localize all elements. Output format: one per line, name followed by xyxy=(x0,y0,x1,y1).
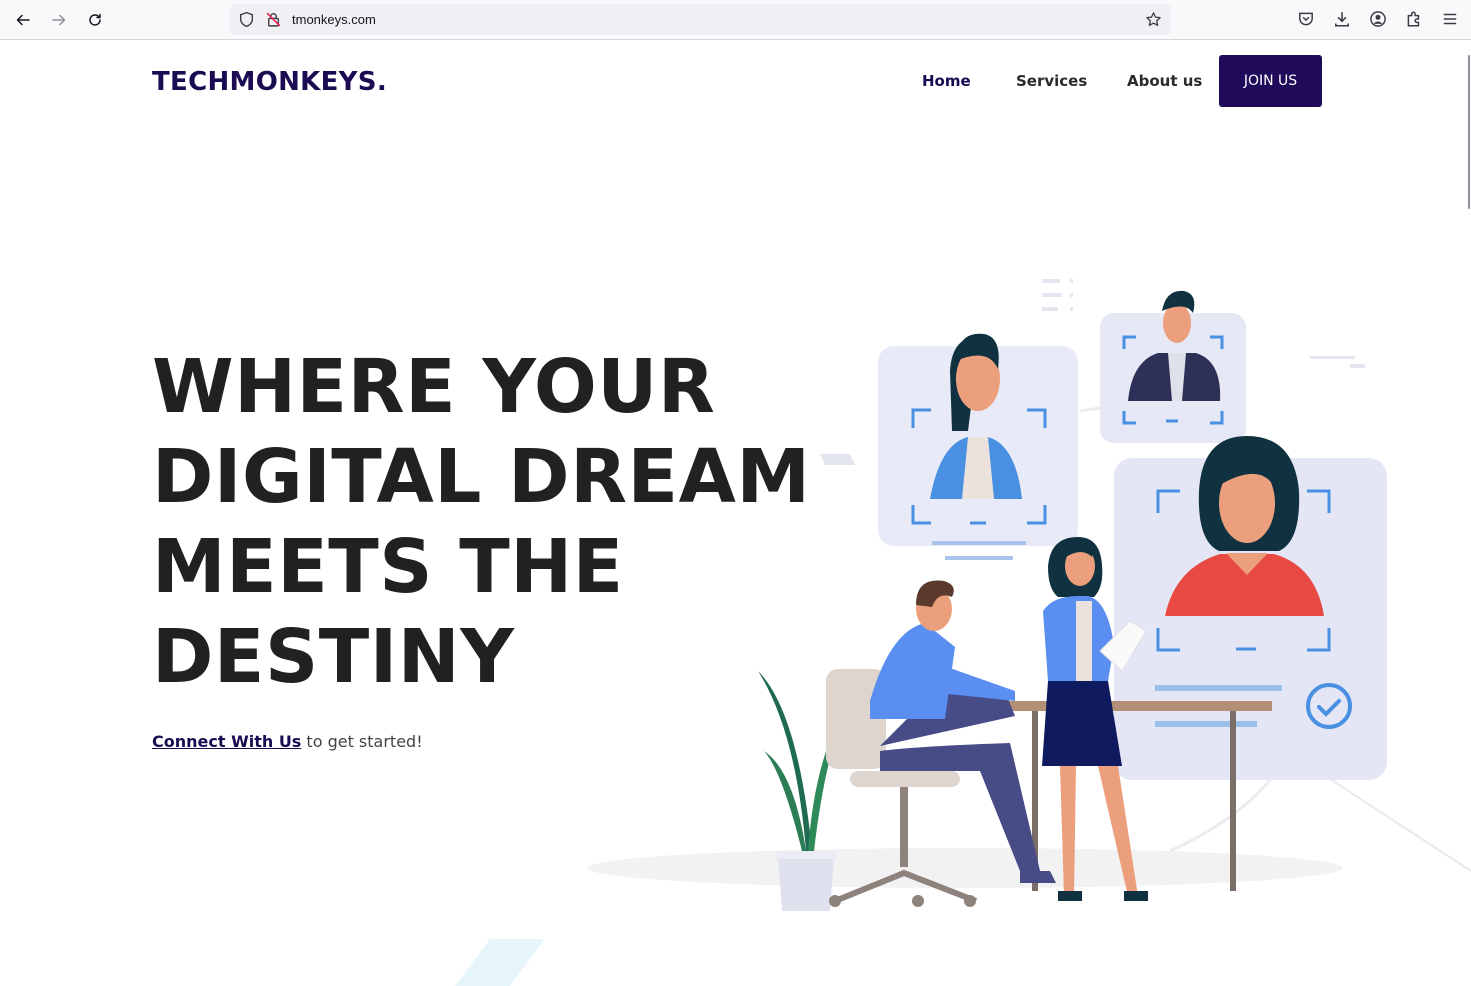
address-bar[interactable]: tmonkeys.com xyxy=(230,4,1171,35)
page-scrollbar[interactable] xyxy=(1467,41,1471,986)
hero-heading-line-3: MEETS THE xyxy=(152,524,624,610)
menu-icon[interactable] xyxy=(1441,10,1459,28)
join-us-button[interactable]: JOIN US xyxy=(1219,55,1322,107)
shield-icon[interactable] xyxy=(238,11,255,28)
decorative-stripes xyxy=(455,939,545,986)
back-icon[interactable] xyxy=(10,7,36,33)
url-text[interactable]: tmonkeys.com xyxy=(292,12,376,27)
account-icon[interactable] xyxy=(1369,10,1387,28)
cta-text: Connect With Us to get started! xyxy=(152,732,423,751)
reload-icon[interactable] xyxy=(82,7,108,33)
extensions-icon[interactable] xyxy=(1405,10,1423,28)
hero-illustration xyxy=(587,279,1471,911)
nav-home-link[interactable]: Home xyxy=(922,72,971,90)
cta-suffix: to get started! xyxy=(301,732,423,751)
forward-icon[interactable] xyxy=(46,7,72,33)
nav-about-link[interactable]: About us xyxy=(1127,72,1202,90)
connect-with-us-link[interactable]: Connect With Us xyxy=(152,732,301,751)
bookmark-star-icon[interactable] xyxy=(1145,11,1162,28)
hero-heading-line-4: DESTINY xyxy=(152,614,515,700)
download-icon[interactable] xyxy=(1333,10,1351,28)
page: TECHMONKEYS. Home Services About us JOIN… xyxy=(0,41,1471,986)
insecure-lock-icon[interactable] xyxy=(265,11,282,28)
site-logo[interactable]: TECHMONKEYS. xyxy=(152,67,387,97)
pocket-icon[interactable] xyxy=(1297,10,1315,28)
browser-toolbar: tmonkeys.com xyxy=(0,0,1471,40)
nav-services-link[interactable]: Services xyxy=(1016,72,1087,90)
